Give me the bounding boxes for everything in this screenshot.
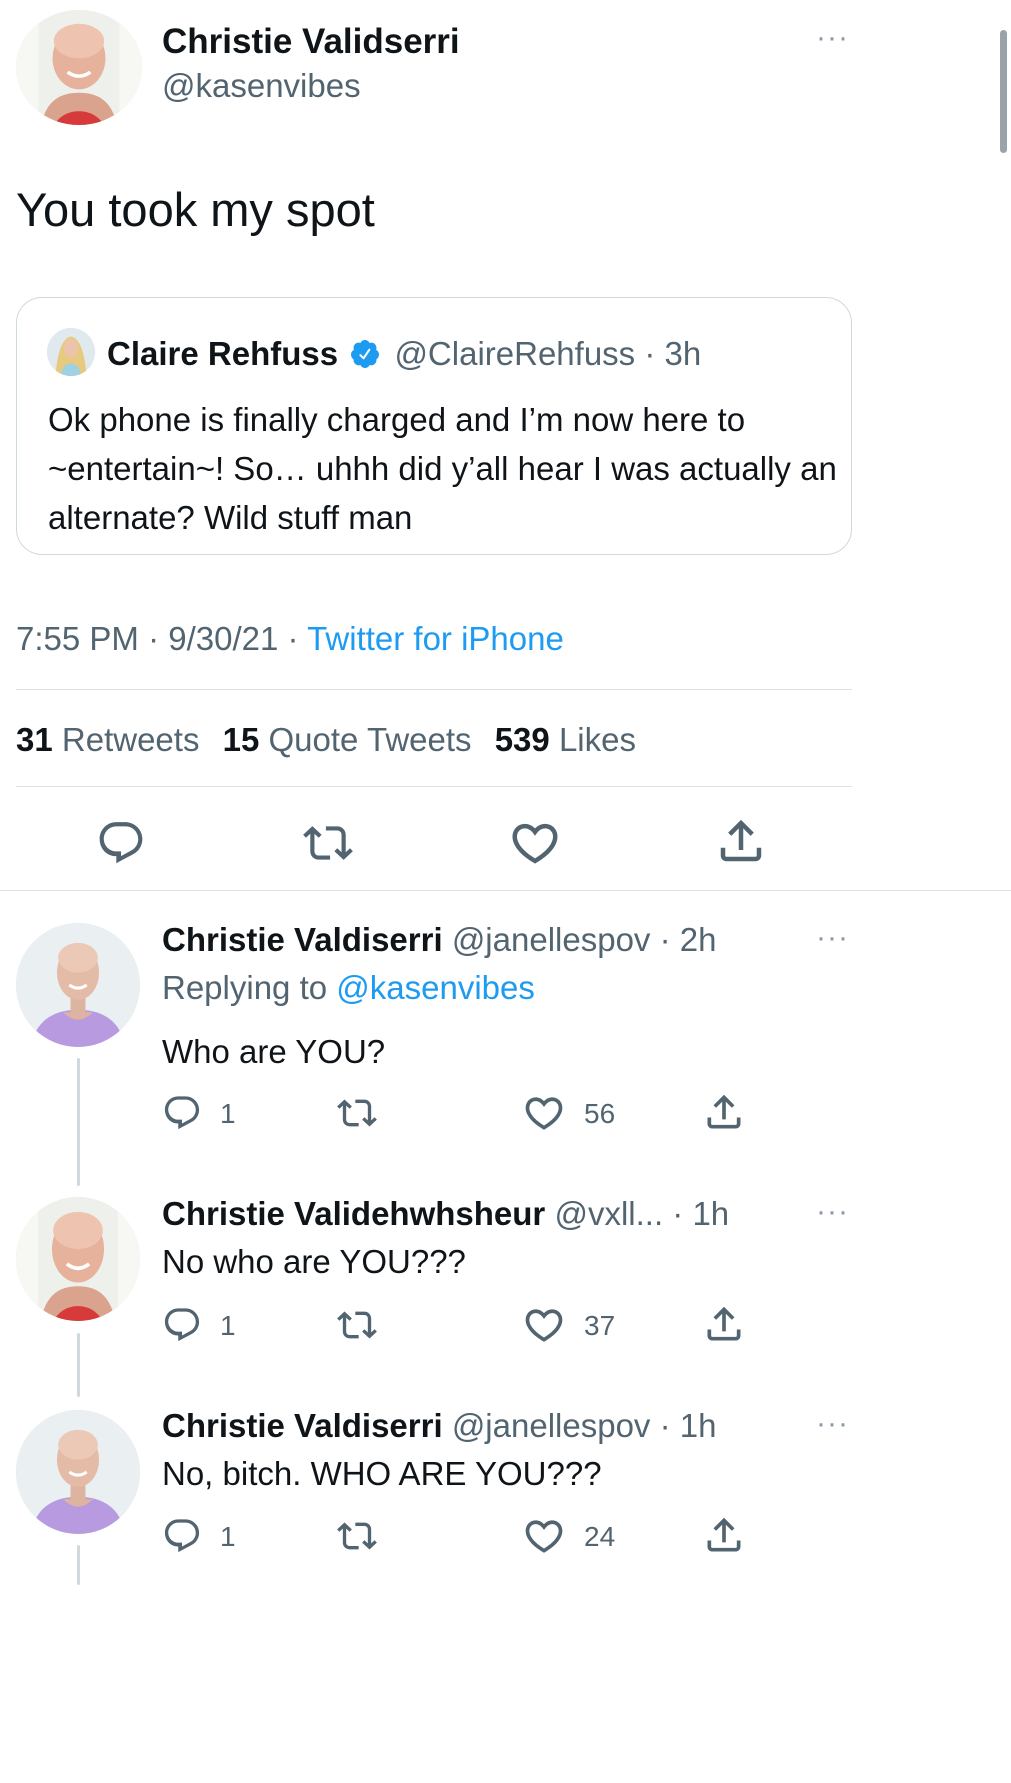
reply-icon[interactable] [162,1093,202,1133]
reply-author-avatar[interactable] [16,1197,140,1321]
reply-author-name[interactable]: Christie Valdiserri [162,1407,443,1444]
reply-count: 1 [220,1310,236,1341]
tweet-timestamp: 7:55 PM · 9/30/21 · [16,620,308,657]
reply-more-icon[interactable]: ··· [816,923,849,953]
divider [16,689,852,690]
quoted-tweet-text: Ok phone is finally charged and I’m now … [48,401,837,536]
likes-label: Likes [558,721,636,758]
verified-badge-icon [349,338,381,370]
reply-author-avatar[interactable] [16,923,140,1047]
reply-text: No, bitch. WHO ARE YOU??? [162,1455,602,1492]
like-count: 56 [584,1098,616,1129]
retweet-icon[interactable] [336,1516,378,1556]
scrollbar-thumb[interactable] [1000,30,1007,153]
reply-handle-time[interactable]: @janellespov · 1h [452,1407,717,1444]
share-icon[interactable] [702,1513,746,1557]
like-icon[interactable] [522,1091,566,1135]
reply-text: Who are YOU? [162,1033,386,1070]
reply-more-icon[interactable]: ··· [816,1409,849,1439]
reply-handle-time[interactable]: @janellespov · 2h [452,921,717,958]
section-divider [0,890,1011,891]
quoted-author-name: Claire Rehfuss [107,335,339,372]
retweets-label: Retweets [61,721,200,758]
retweets-stat[interactable]: 31 Retweets [16,721,199,758]
reply-icon[interactable] [162,1516,202,1556]
replying-to-label: Replying to [162,969,337,1006]
reply-author-name[interactable]: Christie Valdiserri [162,921,443,958]
replying-to-link[interactable]: @kasenvibes [336,969,535,1006]
reply-count: 1 [220,1098,236,1129]
likes-count: 539 [494,721,550,758]
quoted-handle-time: @ClaireRehfuss · 3h [394,335,702,372]
main-more-icon[interactable]: ··· [816,23,849,53]
like-icon[interactable] [508,816,562,870]
thread-line [77,1333,80,1397]
share-icon[interactable] [702,1302,746,1346]
quoted-author-avatar [47,328,95,376]
reply-author-name[interactable]: Christie Validehwhsheur [162,1195,545,1232]
reply-author-avatar[interactable] [16,1410,140,1534]
main-author-avatar[interactable] [16,10,142,125]
retweets-count: 31 [16,721,53,758]
reply-count: 1 [220,1521,236,1552]
reply-more-icon[interactable]: ··· [816,1197,849,1227]
quotes-stat[interactable]: 15 Quote Tweets [223,721,472,758]
reply-icon[interactable] [96,818,146,868]
reply-text: No who are YOU??? [162,1243,466,1280]
like-count: 24 [584,1521,616,1552]
main-tweet-text: You took my spot [16,183,375,236]
thread-line [77,1058,80,1186]
quotes-label: Quote Tweets [268,721,472,758]
retweet-icon[interactable] [336,1093,378,1133]
retweet-icon[interactable] [336,1305,378,1345]
main-author-handle[interactable]: @kasenvibes [162,65,361,107]
like-count: 37 [584,1310,616,1341]
reply-handle-time[interactable]: @vxll... · 1h [554,1195,729,1232]
like-icon[interactable] [522,1514,566,1558]
retweet-icon[interactable] [302,818,354,868]
reply-icon[interactable] [162,1305,202,1345]
share-icon[interactable] [714,814,768,868]
main-author-name[interactable]: Christie Validserri [162,20,460,64]
quotes-count: 15 [222,721,260,758]
tweet-stats: 31 Retweets 15 Quote Tweets 539 Likes [16,718,636,762]
likes-stat[interactable]: 539 Likes [495,721,636,758]
quoted-tweet-card[interactable]: Claire Rehfuss @ClaireRehfuss · 3h Ok ph… [16,297,852,555]
like-icon[interactable] [522,1303,566,1347]
divider [16,786,852,787]
tweet-source-link[interactable]: Twitter for iPhone [307,620,564,657]
share-icon[interactable] [702,1090,746,1134]
thread-line [77,1545,80,1585]
